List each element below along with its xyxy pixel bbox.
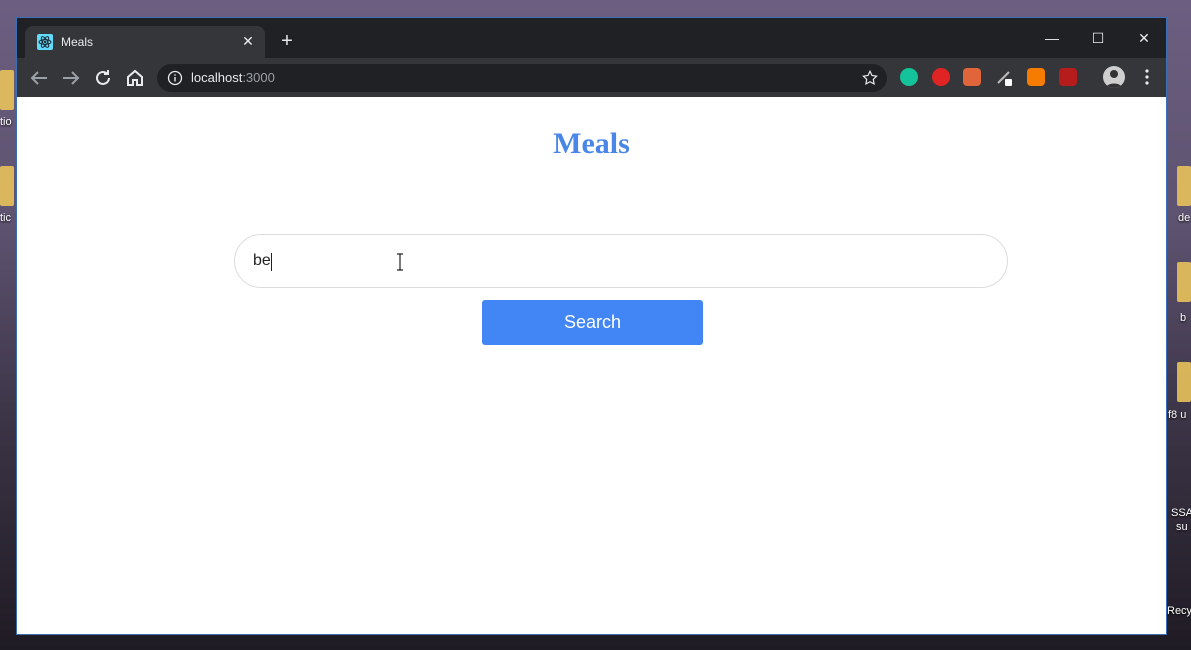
url-text: localhost:3000 [191, 70, 275, 85]
desktop-icon-label: SSA [1171, 507, 1191, 519]
desktop-icon-label: tic [0, 212, 11, 224]
desktop-icon-label: f8 u [1168, 409, 1187, 421]
extension-icon[interactable] [1059, 68, 1077, 86]
bookmark-star-icon[interactable] [861, 69, 879, 87]
avatar[interactable] [1103, 66, 1125, 88]
tab-title: Meals [61, 35, 94, 49]
search-input[interactable] [234, 234, 1008, 288]
tab-meals[interactable]: Meals ✕ [25, 26, 265, 58]
maximize-icon[interactable]: ☐ [1075, 24, 1121, 52]
desktop-folder-icon[interactable] [0, 166, 14, 206]
text-caret [271, 253, 272, 271]
text-cursor-icon [397, 253, 403, 271]
search-button[interactable]: Search [482, 300, 703, 345]
minimize-icon[interactable]: — [1029, 24, 1075, 52]
kebab-menu-icon[interactable] [1137, 67, 1157, 87]
url-port: :3000 [242, 70, 275, 85]
desktop-icon-label: su [1176, 521, 1188, 533]
page-content: Meals Search [17, 97, 1166, 634]
back-arrow-icon[interactable] [27, 66, 51, 90]
pencil-extension-icon[interactable] [995, 68, 1013, 86]
forward-arrow-icon[interactable] [59, 66, 83, 90]
new-tab-icon[interactable]: + [277, 31, 297, 51]
desktop-folder-icon[interactable] [1177, 262, 1191, 302]
desktop-folder-icon[interactable] [0, 70, 14, 110]
desktop-icon-label: de [1178, 212, 1191, 224]
desktop-icon-label: Recy [1167, 605, 1191, 617]
tab-strip: Meals ✕ + — ☐ ✕ [17, 18, 1166, 58]
info-icon[interactable] [167, 70, 183, 86]
grammarly-extension-icon[interactable] [900, 68, 918, 86]
address-bar[interactable]: localhost:3000 [157, 64, 887, 92]
home-icon[interactable] [123, 66, 147, 90]
browser-toolbar: localhost:3000 [17, 58, 1166, 97]
desktop-folder-icon[interactable] [1177, 166, 1191, 206]
extension-icon[interactable] [963, 68, 981, 86]
browser-window: Meals ✕ + — ☐ ✕ localhost:3000 Meals be … [16, 17, 1167, 635]
blocker-extension-icon[interactable] [932, 68, 950, 86]
desktop-icon-label: b [1180, 312, 1187, 324]
desktop-icon-label: tio [0, 116, 12, 128]
react-logo-icon [37, 34, 53, 50]
page-title: Meals [553, 127, 630, 160]
close-window-icon[interactable]: ✕ [1121, 24, 1166, 52]
chart-extension-icon[interactable] [1027, 68, 1045, 86]
reload-icon[interactable] [91, 66, 115, 90]
desktop-folder-icon[interactable] [1177, 362, 1191, 402]
close-tab-icon[interactable]: ✕ [239, 32, 257, 50]
url-host: localhost [191, 70, 243, 85]
